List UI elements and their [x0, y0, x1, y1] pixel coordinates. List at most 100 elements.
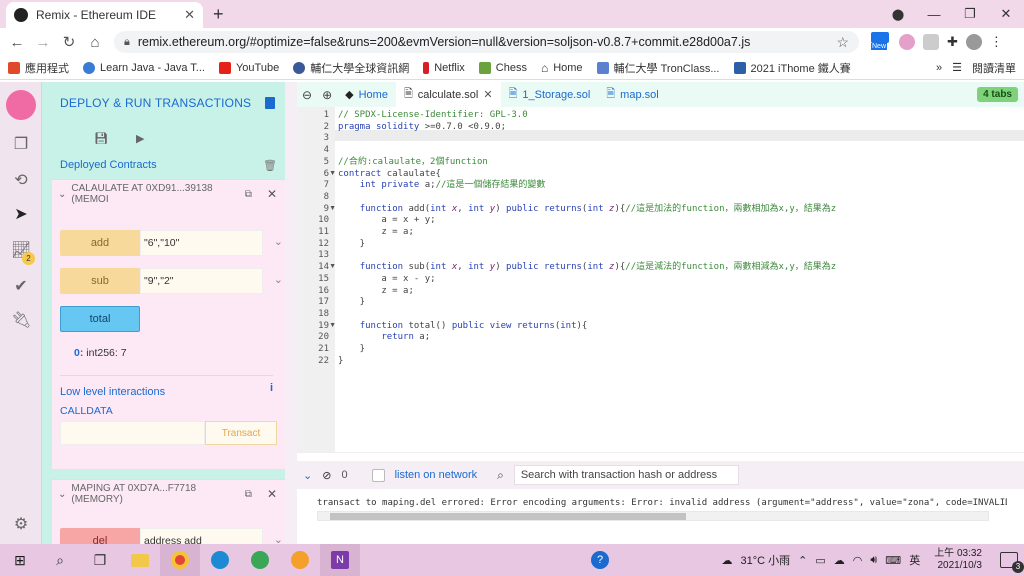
chevron-down-icon[interactable]: ⌄	[274, 273, 283, 286]
listen-label[interactable]: listen on network	[395, 469, 478, 481]
bookmark-item[interactable]: 輔仁大學 TronClass...	[596, 60, 720, 76]
zoom-out-icon[interactable]: ⊖	[297, 88, 317, 102]
start-button[interactable]: ⊞	[0, 544, 40, 576]
battery-icon[interactable]: ▭	[815, 554, 825, 567]
minimize-button[interactable]: —	[916, 7, 952, 22]
del-button[interactable]: del	[60, 528, 140, 544]
volume-icon[interactable]: 🔊︎	[870, 554, 877, 567]
fold-chevron-icon[interactable]: ▼	[329, 205, 336, 212]
back-icon[interactable]: ←	[4, 34, 30, 51]
browser-tab[interactable]: Remix - Ethereum IDE ✕	[6, 2, 203, 28]
scrollbar-thumb[interactable]	[330, 513, 686, 520]
forward-icon[interactable]: →	[30, 34, 56, 51]
copy-icon[interactable]: ⧉	[245, 489, 252, 500]
tabs-count-dropdown[interactable]: 4 tabs	[977, 87, 1018, 102]
fold-chevron-icon[interactable]: ▼	[329, 263, 336, 270]
chevron-down-icon[interactable]: ⌄	[58, 489, 66, 500]
plugin-manager-icon[interactable]: 🔌︎	[11, 310, 31, 330]
testing-icon[interactable]: ✔	[11, 276, 31, 296]
add-input[interactable]: "6","10"	[140, 230, 263, 256]
compiler-icon[interactable]: ⟲	[11, 170, 31, 190]
onenote-icon[interactable]: N	[320, 544, 360, 576]
code-area[interactable]: // SPDX-License-Identifier: GPL-3.0 pragm…	[338, 107, 1024, 452]
file-explorer-icon[interactable]: ❐	[11, 134, 31, 154]
collapse-icon[interactable]: ⌄	[303, 469, 312, 482]
tab-calculate-sol[interactable]: 🗎︎ calculate.sol ✕	[395, 82, 501, 107]
chrome-alt-icon[interactable]	[240, 544, 280, 576]
sub-button[interactable]: sub	[60, 268, 140, 294]
reading-list-label[interactable]: 閱讀清單	[972, 60, 1016, 76]
fold-chevron-icon[interactable]: ▼	[329, 322, 336, 329]
notification-icon[interactable]: 3	[1000, 552, 1024, 573]
docs-icon[interactable]	[265, 97, 275, 109]
bookmark-item[interactable]: Chess	[478, 61, 527, 74]
chevron-down-icon[interactable]: ⌄	[274, 235, 283, 248]
tab-map-sol[interactable]: 🗎︎ map.sol	[598, 82, 666, 107]
browser-alt-icon[interactable]	[280, 544, 320, 576]
close-window-button[interactable]: ✕	[988, 6, 1024, 22]
chevron-down-icon[interactable]: ⌄	[58, 189, 66, 200]
search-icon[interactable]: ⌕	[40, 544, 80, 576]
close-tab-icon[interactable]: ✕	[184, 7, 195, 23]
tab-extension-icon[interactable]	[923, 34, 939, 50]
new-extension-icon[interactable]: New	[871, 32, 891, 52]
copy-icon[interactable]: ⧉	[245, 189, 252, 200]
remix-logo-icon[interactable]	[6, 90, 36, 120]
bookmark-item[interactable]: 應用程式	[8, 60, 69, 76]
new-tab-button[interactable]: +	[213, 4, 224, 25]
transact-button[interactable]: Transact	[205, 421, 277, 445]
total-button[interactable]: total	[60, 306, 140, 332]
listen-checkbox[interactable]	[371, 468, 385, 482]
menu-icon[interactable]: ⋮	[990, 34, 1003, 50]
trash-icon[interactable]: 🗑︎	[263, 159, 277, 172]
chevron-up-icon[interactable]: ⌃	[798, 554, 807, 567]
tab-home[interactable]: ◆ Home	[337, 82, 396, 107]
instance-title[interactable]: CALAULATE AT 0XD91...39138 (MEMOI	[71, 183, 239, 205]
bookmark-item[interactable]: YouTube	[218, 61, 279, 74]
del-input[interactable]: address add	[140, 528, 263, 544]
edge-icon[interactable]	[200, 544, 240, 576]
chevron-down-icon[interactable]: ⌄	[274, 533, 283, 544]
fold-chevron-icon[interactable]: ▼	[329, 170, 336, 177]
bookmark-item[interactable]: Learn Java - Java T...	[83, 61, 205, 74]
profile-icon[interactable]: ⬤	[880, 8, 916, 21]
instance-title[interactable]: MAPING AT 0XD7A...F7718 (MEMORY)	[71, 483, 239, 505]
close-icon[interactable]: ✕	[483, 88, 492, 101]
close-icon[interactable]: ✕	[267, 187, 277, 201]
info-icon[interactable]: i	[270, 382, 273, 394]
ime-indicator[interactable]: 英	[909, 552, 920, 568]
weather-text[interactable]: 31°C 小雨	[740, 552, 790, 568]
horizontal-scrollbar[interactable]	[317, 511, 989, 521]
bookmarks-more-icon[interactable]: »	[936, 62, 942, 74]
puzzle-icon[interactable]: ✚	[947, 34, 958, 50]
file-explorer-icon[interactable]	[120, 544, 160, 576]
cloud-icon[interactable]: ☁	[834, 554, 845, 567]
help-icon[interactable]: ?	[580, 544, 620, 576]
settings-gear-icon[interactable]: ⚙	[11, 514, 31, 534]
save-icon[interactable]: 💾︎	[94, 132, 108, 145]
close-icon[interactable]: ✕	[267, 487, 277, 501]
reload-icon[interactable]: ↻	[56, 33, 82, 51]
zoom-in-icon[interactable]: ⊕	[317, 88, 337, 102]
search-input[interactable]: Search with transaction hash or address	[513, 465, 739, 485]
chrome-icon[interactable]	[160, 544, 200, 576]
deploy-run-icon[interactable]: ➤	[11, 204, 31, 224]
bookmark-item[interactable]: 2021 iThome 鐵人賽	[733, 60, 851, 76]
task-view-icon[interactable]: ❐	[80, 544, 120, 576]
calldata-input[interactable]	[60, 421, 205, 445]
bookmark-item[interactable]: Netflix	[423, 61, 465, 74]
restore-button[interactable]: ❐	[952, 6, 988, 22]
home-icon[interactable]: ⌂	[82, 34, 108, 51]
tab-storage-sol[interactable]: 🗎︎ 1_Storage.sol	[501, 82, 599, 107]
clear-icon[interactable]: ⊘	[322, 469, 331, 482]
add-button[interactable]: add	[60, 230, 140, 256]
wifi-icon[interactable]: ◠	[853, 554, 863, 567]
url-bar[interactable]: 🔒︎ remix.ethereum.org/#optimize=false&ru…	[114, 31, 859, 53]
panel-scrollbar[interactable]	[285, 82, 297, 544]
keyboard-icon[interactable]: ⌨	[885, 554, 901, 567]
bookmark-item[interactable]: ⌂ Home	[541, 61, 583, 75]
sub-input[interactable]: "9","2"	[140, 268, 263, 294]
play-icon[interactable]: ▶	[136, 132, 144, 145]
heart-extension-icon[interactable]	[899, 34, 915, 50]
bookmark-star-icon[interactable]: ☆	[836, 34, 849, 51]
